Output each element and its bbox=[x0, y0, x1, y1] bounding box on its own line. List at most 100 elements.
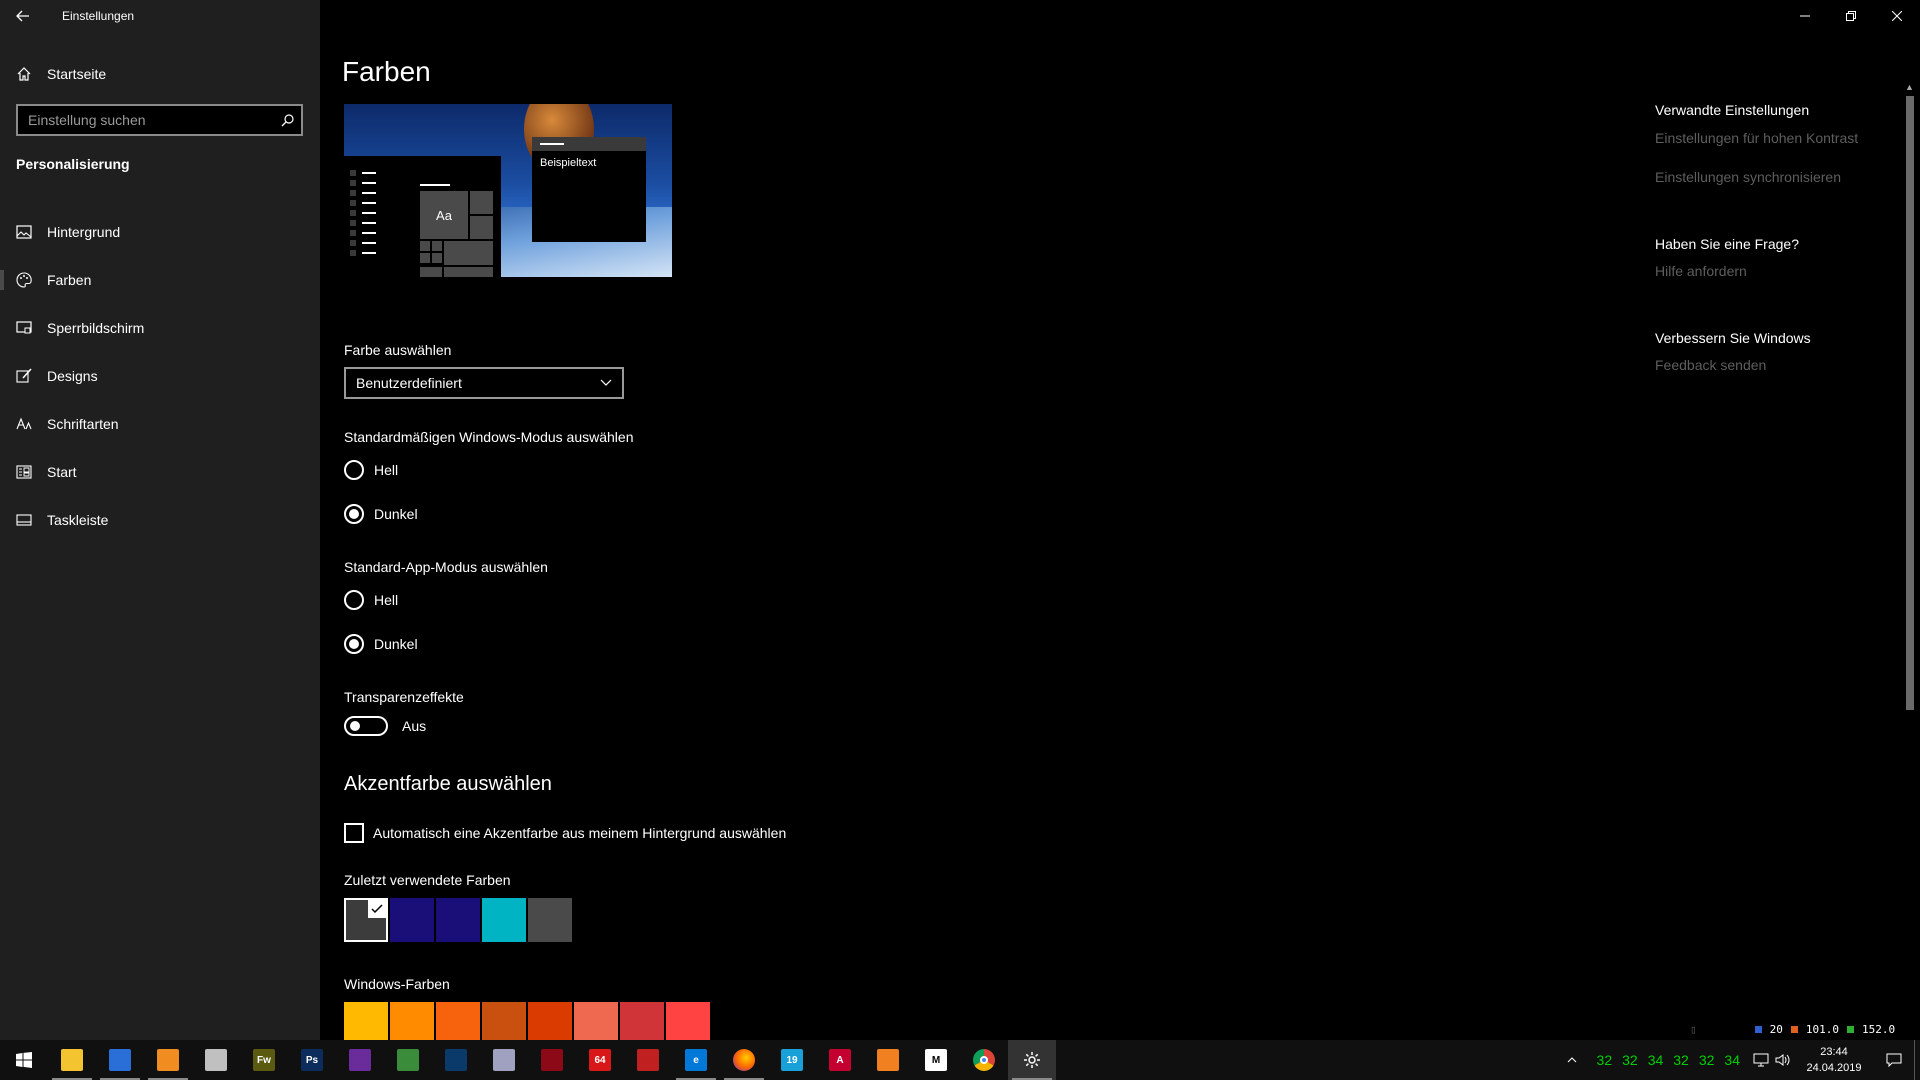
checkbox-label: Automatisch eine Akzentfarbe aus meinem … bbox=[373, 825, 787, 841]
taskbar-app-angular[interactable]: A bbox=[816, 1040, 864, 1080]
high-contrast-link[interactable]: Einstellungen für hohen Kontrast bbox=[1655, 130, 1858, 146]
search-box[interactable] bbox=[16, 104, 303, 136]
windows-mode-dark-radio[interactable]: Dunkel bbox=[344, 504, 418, 524]
network-icon[interactable] bbox=[1750, 1049, 1772, 1071]
photoshop-icon: Ps bbox=[301, 1049, 323, 1071]
dropdown-value: Benutzerdefiniert bbox=[356, 375, 462, 391]
recent-color-swatch[interactable] bbox=[344, 898, 388, 942]
color-choice-dropdown[interactable]: Benutzerdefiniert bbox=[344, 367, 624, 399]
improve-heading: Verbessern Sie Windows bbox=[1655, 330, 1811, 346]
restore-button[interactable] bbox=[1828, 0, 1874, 32]
sidebar-item-farben[interactable]: Farben bbox=[0, 256, 320, 304]
radio-circle bbox=[344, 460, 364, 480]
toggle-state: Aus bbox=[402, 718, 427, 734]
taskbar-app-winrar[interactable] bbox=[480, 1040, 528, 1080]
windows-mode-light-radio[interactable]: Hell bbox=[344, 460, 398, 480]
search-icon[interactable] bbox=[273, 106, 301, 134]
close-button[interactable] bbox=[1874, 0, 1920, 32]
app-19-icon: 19 bbox=[781, 1049, 803, 1071]
explorer-icon bbox=[61, 1049, 83, 1071]
scroll-up-icon[interactable]: ▲ bbox=[1905, 82, 1914, 92]
minimize-icon bbox=[1800, 15, 1810, 17]
taskbar-app-media-app[interactable] bbox=[528, 1040, 576, 1080]
taskbar-app-app-19[interactable]: 19 bbox=[768, 1040, 816, 1080]
sidebar-item-hintergrund[interactable]: Hintergrund bbox=[0, 208, 320, 256]
taskbar-app-edge[interactable]: e bbox=[672, 1040, 720, 1080]
app-mode-light-radio[interactable]: Hell bbox=[344, 590, 398, 610]
clock-date: 24.04.2019 bbox=[1806, 1062, 1862, 1074]
page-title: Farben bbox=[342, 56, 431, 87]
taskbar-app-purple-app[interactable] bbox=[336, 1040, 384, 1080]
app-title: Einstellungen bbox=[62, 9, 135, 23]
action-center-icon[interactable] bbox=[1874, 1049, 1914, 1071]
taskbar-app-ccleaner[interactable] bbox=[624, 1040, 672, 1080]
taskbar-app-thunderbird[interactable] bbox=[96, 1040, 144, 1080]
home-link[interactable]: Startseite bbox=[0, 58, 320, 90]
temp-readout: 32 bbox=[1596, 1052, 1613, 1068]
related-heading: Verwandte Einstellungen bbox=[1655, 102, 1810, 118]
taskbar-app-firefox[interactable] bbox=[720, 1040, 768, 1080]
accent-title: Akzentfarbe auswählen bbox=[344, 773, 552, 795]
ccleaner-icon bbox=[637, 1049, 659, 1071]
radio-label: Hell bbox=[374, 462, 399, 478]
transparency-label: Transparenzeffekte bbox=[344, 689, 464, 705]
taskbar-app-tools[interactable] bbox=[192, 1040, 240, 1080]
app-mode-dark-radio[interactable]: Dunkel bbox=[344, 634, 418, 654]
scrollbar-thumb[interactable] bbox=[1906, 96, 1914, 710]
recent-color-swatch[interactable] bbox=[436, 898, 480, 942]
taskbar-app-settings[interactable] bbox=[1008, 1040, 1056, 1080]
back-button[interactable] bbox=[0, 0, 46, 32]
recent-color-swatch[interactable] bbox=[482, 898, 526, 942]
taskbar-app-explorer[interactable] bbox=[48, 1040, 96, 1080]
recent-color-swatch[interactable] bbox=[528, 898, 572, 942]
preview-start-menu: Aa bbox=[344, 156, 501, 277]
sidebar-item-taskleiste[interactable]: Taskleiste bbox=[0, 496, 320, 544]
back-arrow-icon bbox=[16, 10, 29, 22]
firefox-icon bbox=[733, 1049, 755, 1071]
auto-accent-checkbox[interactable]: Automatisch eine Akzentfarbe aus meinem … bbox=[344, 823, 786, 843]
sidebar-item-sperrbildschirm[interactable]: Sperrbildschirm bbox=[0, 304, 320, 352]
taskbar-app-fireworks[interactable]: Fw bbox=[240, 1040, 288, 1080]
taskbar-app-gmail[interactable]: M bbox=[912, 1040, 960, 1080]
taskbar-app-chrome[interactable] bbox=[960, 1040, 1008, 1080]
show-desktop-button[interactable] bbox=[1914, 1040, 1920, 1080]
volume-icon[interactable] bbox=[1772, 1049, 1794, 1071]
purple-app-icon bbox=[349, 1049, 371, 1071]
cpu-icon bbox=[1790, 1026, 1798, 1033]
temp-readout: 32 bbox=[1622, 1052, 1638, 1068]
taskbar-app-maps[interactable] bbox=[384, 1040, 432, 1080]
radio-label: Dunkel bbox=[374, 636, 418, 652]
edge-dev-icon bbox=[445, 1049, 467, 1071]
transparency-toggle[interactable]: Aus bbox=[344, 716, 426, 736]
temperature-readouts: 32 32 34 32 32 34 bbox=[1597, 1052, 1740, 1068]
search-input[interactable] bbox=[18, 112, 273, 128]
radio-circle bbox=[344, 590, 364, 610]
chrome-icon bbox=[973, 1049, 995, 1071]
taskbar-app-app-64[interactable]: 64 bbox=[576, 1040, 624, 1080]
minimize-button[interactable] bbox=[1782, 0, 1828, 32]
preview-window: Beispieltext bbox=[532, 137, 646, 242]
lock-screen-icon bbox=[16, 320, 32, 336]
window-controls bbox=[1782, 0, 1920, 32]
get-help-link[interactable]: Hilfe anfordern bbox=[1655, 263, 1747, 279]
sidebar-item-designs[interactable]: Designs bbox=[0, 352, 320, 400]
hardware-monitor-overlay: ▯ 20 101.0 152.0 bbox=[1690, 1023, 1895, 1036]
preview-sample-text: Beispieltext bbox=[540, 157, 597, 169]
recent-color-swatch[interactable] bbox=[390, 898, 434, 942]
clock[interactable]: 23:44 24.04.2019 bbox=[1794, 1044, 1874, 1076]
taskbar-app-edge-dev[interactable] bbox=[432, 1040, 480, 1080]
sidebar-item-label: Start bbox=[47, 464, 77, 480]
taskbar-app-feed[interactable] bbox=[864, 1040, 912, 1080]
sidebar-item-schriftarten[interactable]: Schriftarten bbox=[0, 400, 320, 448]
taskbar-app-photoshop[interactable]: Ps bbox=[288, 1040, 336, 1080]
maps-icon bbox=[397, 1049, 419, 1071]
sidebar-item-label: Farben bbox=[47, 272, 92, 288]
tray-expand-icon[interactable] bbox=[1561, 1049, 1583, 1071]
sync-settings-link[interactable]: Einstellungen synchronisieren bbox=[1655, 169, 1841, 185]
sidebar-item-start[interactable]: Start bbox=[0, 448, 320, 496]
nav-list: Hintergrund Farben Sperrbildschirm Desig… bbox=[0, 208, 320, 544]
taskbar-app-media-player[interactable] bbox=[144, 1040, 192, 1080]
start-button[interactable] bbox=[0, 1040, 48, 1080]
feedback-link[interactable]: Feedback senden bbox=[1655, 357, 1766, 373]
palette-icon bbox=[16, 272, 32, 288]
